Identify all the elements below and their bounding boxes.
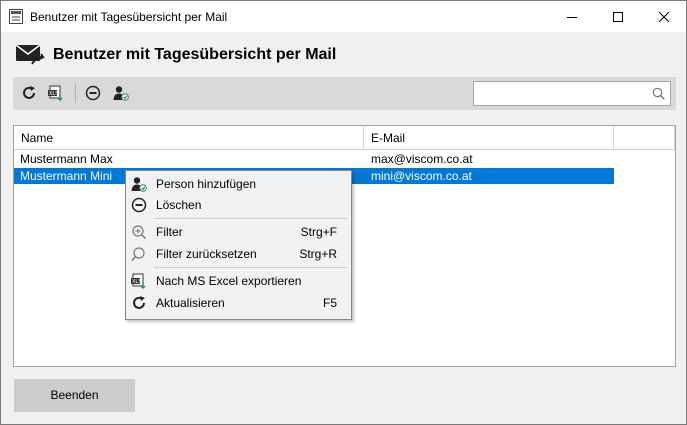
menu-item-shortcut: Strg+R (299, 247, 337, 261)
minimize-button[interactable] (549, 1, 595, 32)
filter-icon (131, 224, 147, 240)
mail-forward-icon (15, 42, 46, 68)
menu-separator (154, 267, 348, 268)
menu-item-add-person[interactable]: Person hinzufügen (128, 173, 349, 195)
maximize-icon (613, 11, 623, 22)
menu-item-label: Nach MS Excel exportieren (156, 274, 302, 288)
excel-export-icon: XLS (48, 85, 63, 101)
page-header: Benutzer mit Tagesübersicht per Mail (1, 32, 686, 77)
context-menu: Person hinzufügen Löschen Filter Strg+F (125, 170, 352, 320)
menu-item-label: Löschen (156, 198, 202, 212)
app-icon (9, 9, 23, 24)
column-header-name[interactable]: Name (14, 126, 364, 150)
page-title: Benutzer mit Tagesübersicht per Mail (53, 46, 337, 63)
menu-item-label: Filter (156, 225, 183, 239)
refresh-button[interactable] (18, 82, 40, 104)
cell-email: max@viscom.co.at (371, 152, 473, 166)
cell-name: Mustermann Max (20, 152, 113, 166)
cell-name: Mustermann Mini (20, 169, 113, 183)
menu-item-shortcut: F5 (322, 296, 337, 310)
cell-email: mini@viscom.co.at (371, 169, 472, 183)
menu-item-label: Aktualisieren (156, 296, 225, 310)
refresh-icon (23, 86, 35, 99)
toolbar-separator (75, 83, 76, 103)
menu-item-refresh[interactable]: Aktualisieren F5 (128, 292, 349, 314)
excel-export-icon: XLS (131, 273, 147, 289)
column-header-filler (614, 126, 675, 150)
remove-button[interactable] (82, 82, 104, 104)
close-icon (659, 11, 669, 22)
title-bar: Benutzer mit Tagesübersicht per Mail (1, 1, 686, 32)
excel-export-button[interactable]: XLS (45, 82, 67, 104)
column-header-email[interactable]: E-Mail (364, 126, 614, 150)
menu-item-reset-filter[interactable]: Filter zurücksetzen Strg+R (128, 243, 349, 265)
search-icon[interactable] (652, 87, 665, 100)
search-icon (131, 246, 147, 262)
maximize-button[interactable] (595, 1, 641, 32)
menu-item-label: Person hinzufügen (156, 177, 257, 191)
menu-item-delete[interactable]: Löschen (128, 194, 349, 216)
remove-icon (131, 197, 147, 213)
remove-icon (85, 85, 101, 101)
table-row[interactable]: Mustermann Max max@viscom.co.at (14, 151, 614, 167)
window-title: Benutzer mit Tagesübersicht per Mail (30, 10, 228, 24)
search-field[interactable] (473, 81, 671, 106)
add-person-icon (131, 176, 147, 192)
add-person-icon (113, 86, 129, 101)
menu-item-label: Filter zurücksetzen (156, 247, 257, 261)
toolbar: XLS (13, 77, 676, 110)
refresh-icon (131, 295, 147, 311)
svg-text:XLS: XLS (49, 91, 58, 97)
close-window-button[interactable] (641, 1, 687, 32)
menu-separator (154, 218, 348, 219)
menu-item-shortcut: Strg+F (300, 225, 337, 239)
close-button[interactable]: Beenden (14, 379, 135, 412)
menu-item-filter[interactable]: Filter Strg+F (128, 221, 349, 243)
minimize-icon (567, 16, 577, 18)
svg-text:XLS: XLS (132, 279, 141, 285)
add-person-button[interactable] (110, 82, 132, 104)
menu-item-excel-export[interactable]: XLS Nach MS Excel exportieren (128, 270, 349, 292)
